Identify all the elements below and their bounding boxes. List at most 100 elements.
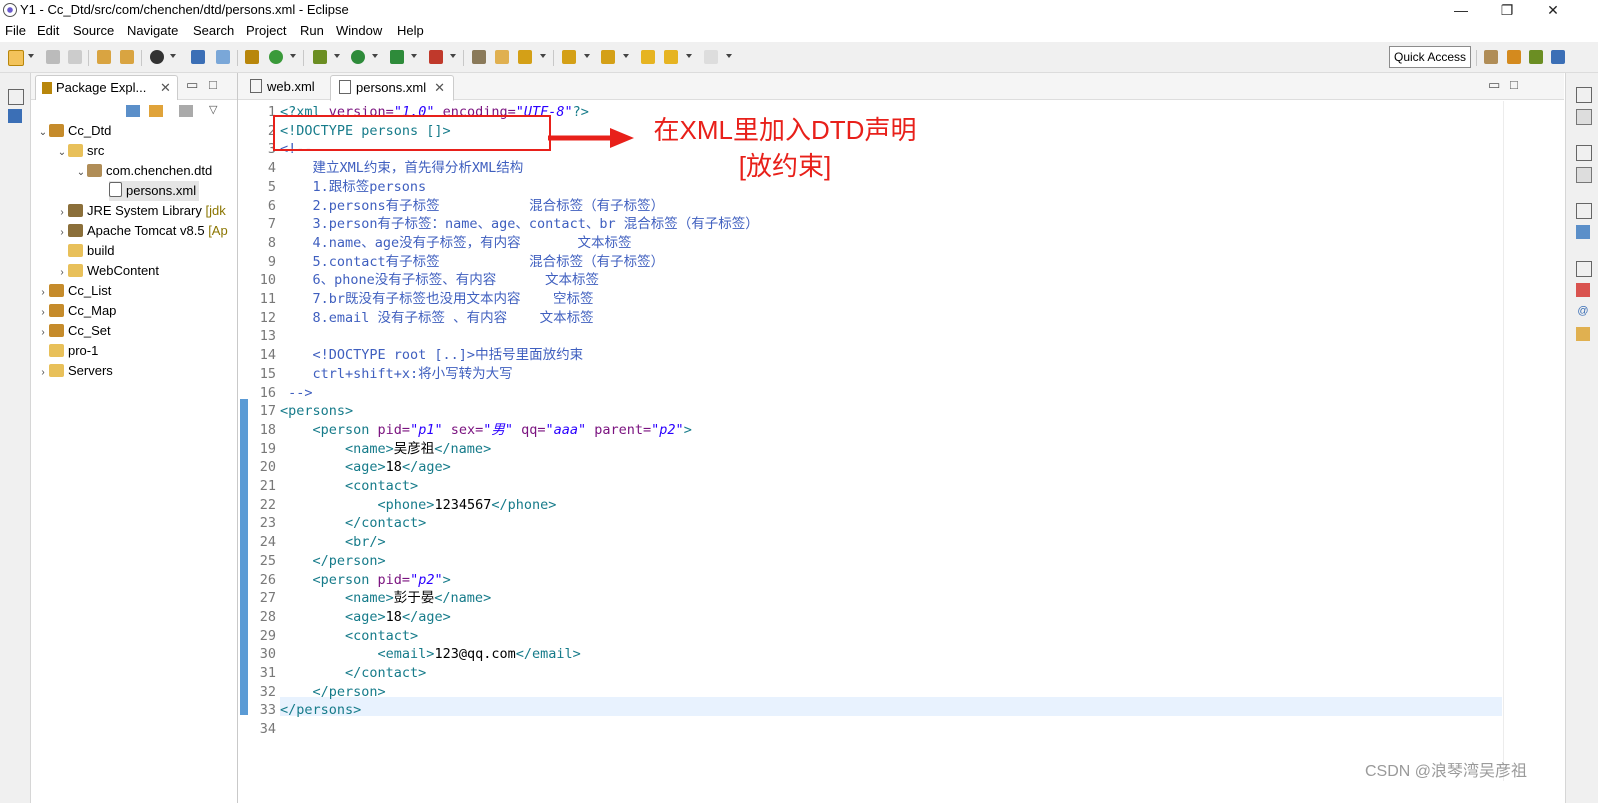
chevron-down-icon[interactable] [726, 54, 732, 58]
tree-item-pro-1[interactable]: pro-1 [37, 341, 98, 361]
tree-item-src[interactable]: ⌄ src [56, 141, 105, 161]
tree-item-cc-list[interactable]: › Cc_List [37, 281, 111, 301]
close-icon[interactable]: ✕ [434, 80, 445, 95]
tree-item-webcontent[interactable]: › WebContent [56, 261, 159, 281]
print-icon[interactable] [96, 49, 112, 65]
save-all-icon[interactable] [67, 49, 83, 65]
code-line[interactable]: </person> [280, 552, 386, 571]
chevron-down-icon[interactable] [170, 54, 176, 58]
back-arrow-icon[interactable] [663, 49, 679, 65]
save-icon[interactable] [45, 49, 61, 65]
code-line[interactable]: <name>吴彦祖</name> [280, 440, 491, 459]
code-line[interactable]: <phone>1234567</phone> [280, 496, 557, 515]
debug-icon[interactable] [312, 49, 328, 65]
tab-web-xml[interactable]: web.xml [242, 75, 323, 99]
new-icon[interactable] [7, 49, 24, 66]
open-perspective-icon[interactable] [1483, 49, 1499, 65]
code-line[interactable]: <age>18</age> [280, 458, 451, 477]
restore-icon[interactable] [8, 89, 24, 105]
javadoc-icon[interactable]: @ [1576, 305, 1590, 319]
close-button[interactable]: ✕ [1530, 0, 1576, 22]
code-line[interactable]: </person> [280, 683, 386, 702]
hierarchy-icon[interactable] [1576, 225, 1590, 239]
task-list-icon[interactable] [1576, 109, 1592, 125]
code-line[interactable]: --> [280, 384, 312, 403]
chevron-down-icon[interactable] [334, 54, 340, 58]
tab-package-explorer[interactable]: Package Expl... ✕ [35, 75, 178, 100]
run-icon[interactable] [350, 49, 366, 65]
menu-help[interactable]: Help [397, 23, 424, 38]
code-line[interactable]: <contact> [280, 627, 418, 646]
chevron-down-icon[interactable] [372, 54, 378, 58]
menu-source[interactable]: Source [73, 23, 114, 38]
code-line[interactable]: </persons> [280, 701, 361, 720]
menu-run[interactable]: Run [300, 23, 324, 38]
code-line[interactable]: </contact> [280, 664, 426, 683]
outline-icon[interactable] [8, 109, 22, 123]
link-icon[interactable] [215, 49, 231, 65]
java-perspective-icon[interactable] [1550, 49, 1566, 65]
tree-item-cc-set[interactable]: › Cc_Set [37, 321, 110, 341]
code-line[interactable]: 7.br既没有子标签也没用文本内容 空标签 [280, 290, 594, 309]
menu-file[interactable]: File [5, 23, 26, 38]
restore-icon[interactable] [1576, 261, 1592, 277]
tree-item-build[interactable]: build [56, 241, 114, 261]
tree-item-package[interactable]: ⌄ com.chenchen.dtd [75, 161, 212, 181]
collapse-all-icon[interactable] [126, 105, 140, 117]
code-line[interactable]: 建立XML约束，首先得分析XML结构 [280, 159, 524, 178]
forward-arrow-icon[interactable] [703, 49, 719, 65]
code-line[interactable]: <person pid="p2"> [280, 571, 451, 590]
last-edit-icon[interactable] [640, 49, 656, 65]
new-class-icon[interactable] [268, 49, 284, 65]
maximize-icon[interactable]: □ [1510, 77, 1518, 92]
next-annotation-icon[interactable] [561, 49, 577, 65]
code-line[interactable]: 2.persons有子标签 混合标签（有子标签） [280, 197, 665, 216]
code-line[interactable]: <persons> [280, 402, 353, 421]
outline-view-icon[interactable] [1576, 167, 1592, 183]
menu-search[interactable]: Search [193, 23, 234, 38]
code-line[interactable]: <!DOCTYPE root [..]>中括号里面放约束 [280, 346, 584, 365]
view-menu-icon[interactable]: ▽ [209, 103, 217, 116]
code-line[interactable]: <contact> [280, 477, 418, 496]
code-line[interactable]: 4.name、age没有子标签，有内容 文本标签 [280, 234, 632, 253]
chevron-down-icon[interactable] [411, 54, 417, 58]
tree-item-cc-map[interactable]: › Cc_Map [37, 301, 116, 321]
code-line[interactable]: <age>18</age> [280, 608, 451, 627]
prev-annotation-icon[interactable] [600, 49, 616, 65]
annotation-icon[interactable] [517, 49, 533, 65]
chevron-down-icon[interactable] [290, 54, 296, 58]
minimize-icon[interactable]: ▭ [186, 77, 198, 93]
menu-navigate[interactable]: Navigate [127, 23, 178, 38]
code-line[interactable]: <email>123@qq.com</email> [280, 645, 581, 664]
maximize-icon[interactable]: □ [209, 77, 217, 92]
chevron-down-icon[interactable] [623, 54, 629, 58]
restore-icon[interactable] [1576, 87, 1592, 103]
chevron-down-icon[interactable] [584, 54, 590, 58]
problems-icon[interactable] [1576, 283, 1590, 297]
chevron-down-icon[interactable] [450, 54, 456, 58]
quick-access-field[interactable]: Quick Access [1389, 46, 1471, 68]
code-line[interactable]: </contact> [280, 514, 426, 533]
link-with-editor-icon[interactable] [149, 105, 163, 117]
external-tools-icon[interactable] [428, 49, 444, 65]
code-line[interactable]: 6、phone没有子标签、有内容 文本标签 [280, 271, 600, 290]
minimize-button[interactable]: — [1438, 0, 1484, 22]
code-line[interactable]: 3.person有子标签：name、age、contact、br 混合标签（有子… [280, 215, 759, 234]
menu-window[interactable]: Window [336, 23, 382, 38]
new-package-icon[interactable] [244, 49, 260, 65]
close-icon[interactable]: ✕ [160, 80, 171, 95]
java-ee-perspective-icon[interactable] [1506, 49, 1522, 65]
debug-perspective-icon[interactable] [1528, 49, 1544, 65]
code-line[interactable]: 8.email 没有子标签 、有内容 文本标签 [280, 309, 594, 328]
tab-persons-xml[interactable]: persons.xml ✕ [330, 75, 454, 101]
tree-item-persons-xml[interactable]: persons.xml [109, 181, 200, 201]
restore-button[interactable]: ❐ [1484, 0, 1530, 22]
chevron-down-icon[interactable] [540, 54, 546, 58]
menu-edit[interactable]: Edit [37, 23, 59, 38]
chevron-down-icon[interactable] [28, 54, 34, 58]
focus-icon[interactable] [179, 105, 193, 117]
tree-item-servers[interactable]: › Servers [37, 361, 112, 381]
minimize-icon[interactable]: ▭ [1488, 77, 1500, 93]
tree-item-tomcat[interactable]: › Apache Tomcat v8.5 [Ap [56, 221, 227, 241]
code-line[interactable]: <person pid="p1" sex="男" qq="aaa" parent… [280, 421, 692, 440]
